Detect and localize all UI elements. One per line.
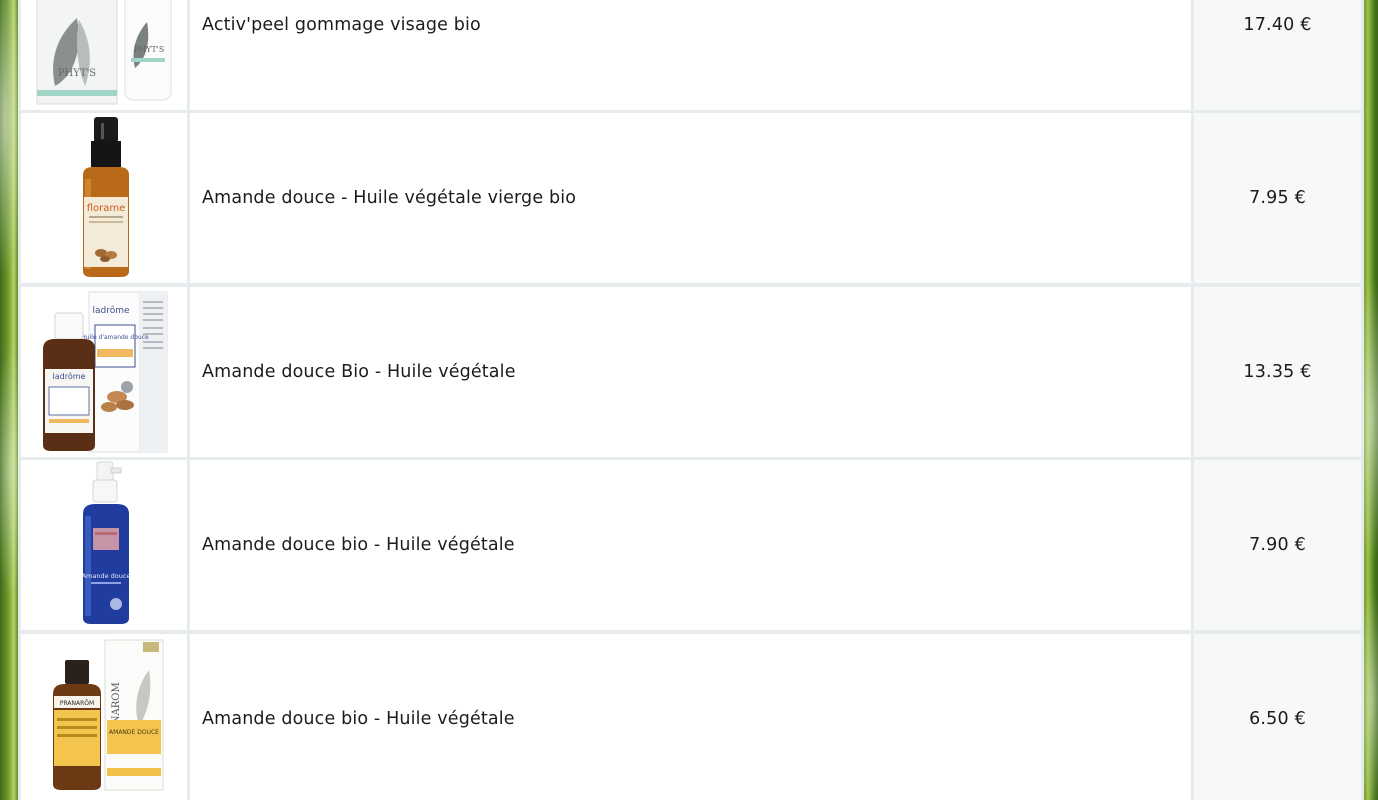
- table-row[interactable]: PHYT'S PHYT'S Activ'peel gommage visage …: [18, 0, 1364, 110]
- product-price: 7.90 €: [1194, 460, 1361, 630]
- brand-mark: PHYT'S: [134, 45, 165, 54]
- product-name[interactable]: Activ'peel gommage visage bio: [190, 0, 1191, 110]
- brand-mark: Huile d'amande douce: [81, 334, 149, 341]
- florame-oil-bottle-icon[interactable]: florame: [21, 113, 187, 283]
- brand-mark: PHYT'S: [58, 68, 96, 79]
- brand-mark: ladrôme: [53, 371, 86, 381]
- product-image-cell[interactable]: PHYT'S PHYT'S: [21, 0, 187, 110]
- table-row[interactable]: Amande douce Amande douce bio - Huile vé…: [18, 460, 1364, 630]
- product-image-cell[interactable]: Amande douce: [21, 460, 187, 630]
- product-name[interactable]: Amande douce - Huile végétale vierge bio: [190, 113, 1191, 283]
- product-name[interactable]: Amande douce Bio - Huile végétale: [190, 287, 1191, 457]
- brand-mark: PRANARÔM: [60, 700, 94, 707]
- product-image-cell[interactable]: ladrôme Huile d'amande douce ladrôme: [21, 287, 187, 457]
- product-name[interactable]: Amande douce bio - Huile végétale: [190, 634, 1191, 800]
- product-image-cell[interactable]: florame: [21, 113, 187, 283]
- table-row[interactable]: florame Amande douce - Huile végétale vi…: [18, 113, 1364, 283]
- blue-spray-bottle-icon[interactable]: Amande douce: [21, 460, 187, 630]
- product-price: 7.95 €: [1194, 113, 1361, 283]
- product-name[interactable]: Amande douce bio - Huile végétale: [190, 460, 1191, 630]
- brand-mark: Amande douce: [82, 572, 131, 580]
- product-price: 17.40 €: [1194, 0, 1361, 110]
- table-row[interactable]: ladrôme Huile d'amande douce ladrôme Ama…: [18, 287, 1364, 457]
- phyts-cream-tube-icon[interactable]: PHYT'S PHYT'S: [21, 0, 187, 110]
- product-price: 13.35 €: [1194, 287, 1361, 457]
- product-price: 6.50 €: [1194, 634, 1361, 800]
- brand-mark: florame: [87, 203, 126, 214]
- ladrome-oil-box-icon[interactable]: ladrôme Huile d'amande douce ladrôme: [21, 287, 187, 457]
- pranarom-oil-box-icon[interactable]: PRANAROM AMANDE DOUCE PRANARÔM: [21, 634, 187, 800]
- product-table: PHYT'S PHYT'S Activ'peel gommage visage …: [18, 0, 1364, 800]
- product-image-cell[interactable]: PRANAROM AMANDE DOUCE PRANARÔM: [21, 634, 187, 800]
- table-row[interactable]: PRANAROM AMANDE DOUCE PRANARÔM Amande do…: [18, 634, 1364, 800]
- brand-mark: ladrôme: [92, 305, 130, 316]
- brand-mark: AMANDE DOUCE: [109, 729, 159, 736]
